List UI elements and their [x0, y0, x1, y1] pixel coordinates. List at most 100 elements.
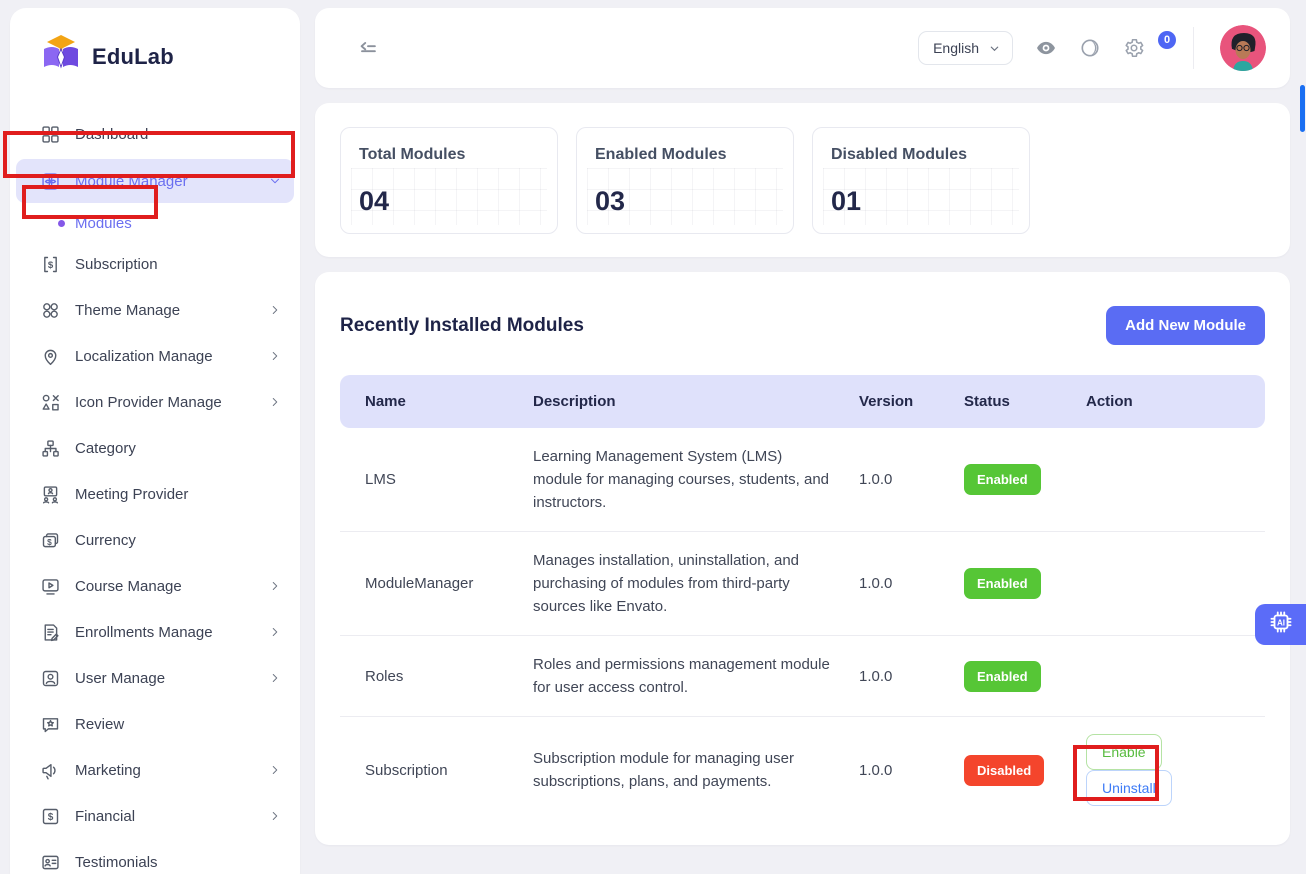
brand-name: EduLab [92, 44, 174, 70]
icon-provider-icon [40, 392, 61, 413]
stat-value: 01 [831, 186, 1011, 217]
dashboard-icon [40, 124, 61, 145]
module-version: 1.0.0 [834, 717, 939, 824]
stat-label: Enabled Modules [595, 146, 775, 164]
sidebar-item-icon-provider-manage[interactable]: Icon Provider Manage [10, 379, 300, 425]
category-icon [40, 438, 61, 459]
sidebar-item-label: Testimonials [75, 854, 282, 871]
ai-assistant-fab[interactable]: AI [1255, 604, 1306, 645]
module-description-cell: Learning Management System (LMS) module … [508, 428, 834, 532]
sidebar-item-course-manage[interactable]: Course Manage [10, 563, 300, 609]
ai-chip-icon: AI [1268, 609, 1294, 640]
sidebar-item-review[interactable]: Review [10, 701, 300, 747]
sidebar-item-label: Localization Manage [75, 348, 254, 365]
stat-card-disabled-modules: Disabled Modules 01 [812, 127, 1030, 234]
enable-button[interactable]: Enable [1086, 734, 1162, 770]
language-select[interactable]: English [918, 31, 1013, 65]
sidebar-item-currency[interactable]: $ Currency [10, 517, 300, 563]
sidebar-item-module-manager[interactable]: Module Manager [16, 159, 294, 203]
chevron-right-icon [268, 625, 282, 639]
table-row-subscription: SubscriptionSubscription module for mana… [340, 717, 1265, 824]
module-description-cell: Roles and permissions management module … [508, 636, 834, 717]
edulab-book-cap-logo-icon [40, 34, 82, 79]
sidebar-item-label: Enrollments Manage [75, 624, 254, 641]
eye-icon[interactable] [1035, 37, 1057, 59]
enrollments-icon [40, 622, 61, 643]
sidebar-nav: Dashboard Module Manager Modules $Subscript… [10, 97, 300, 874]
sidebar-item-testimonials[interactable]: Testimonials [10, 839, 300, 874]
sidebar-item-label: Meeting Provider [75, 486, 282, 503]
course-icon [40, 576, 61, 597]
sidebar-item-label: Currency [75, 532, 282, 549]
module-action-cell [1061, 532, 1265, 636]
sidebar-item-dashboard[interactable]: Dashboard [10, 111, 300, 157]
marketing-icon [40, 760, 61, 781]
module-description: Manages installation, uninstallation, an… [533, 549, 834, 618]
sidebar-item-user-manage[interactable]: User Manage [10, 655, 300, 701]
meeting-provider-icon [40, 484, 61, 505]
module-description-cell: Manages installation, uninstallation, an… [508, 532, 834, 636]
sidebar-item-label: User Manage [75, 670, 254, 687]
section-title: Recently Installed Modules [340, 315, 584, 337]
sidebar-item-label: Review [75, 716, 282, 733]
sidebar-item-label: Course Manage [75, 578, 254, 595]
stat-card-total-modules: Total Modules04 [340, 127, 558, 234]
uninstall-button[interactable]: Uninstall [1086, 770, 1172, 806]
modules-card: Recently Installed Modules Add New Modul… [315, 272, 1290, 845]
stat-label: Disabled Modules [831, 146, 1011, 164]
gear-icon[interactable] [1123, 37, 1145, 59]
module-stats-card: Total Modules04Enabled Modules03Disabled… [315, 103, 1290, 257]
brand-logo: EduLab [10, 8, 300, 97]
column-header-action: Action [1061, 375, 1265, 428]
sidebar-item-enrollments-manage[interactable]: Enrollments Manage [10, 609, 300, 655]
sidebar-item-label: Theme Manage [75, 302, 254, 319]
chevron-down-icon [268, 174, 282, 188]
svg-text:$: $ [48, 812, 54, 823]
table-body: LMSLearning Management System (LMS) modu… [340, 428, 1265, 823]
scrollbar-thumb[interactable] [1300, 85, 1305, 132]
sidebar-item-label: Marketing [75, 762, 254, 779]
sidebar-item-subscription[interactable]: $Subscription [10, 241, 300, 287]
status-badge-enabled: Enabled [964, 464, 1041, 495]
column-header-version: Version [834, 375, 939, 428]
theme-icon [40, 300, 61, 321]
svg-text:AI: AI [1276, 618, 1284, 627]
svg-text:$: $ [47, 537, 52, 547]
sidebar-item-meeting-provider[interactable]: Meeting Provider [10, 471, 300, 517]
column-header-name: Name [340, 375, 508, 428]
sidebar-subitem-modules[interactable]: Modules [10, 205, 300, 241]
sidebar-item-localization-manage[interactable]: Localization Manage [10, 333, 300, 379]
module-version: 1.0.0 [834, 428, 939, 532]
sidebar-item-marketing[interactable]: Marketing [10, 747, 300, 793]
sidebar-item-category[interactable]: Category [10, 425, 300, 471]
module-manager-icon [40, 171, 61, 192]
bullet-dot-icon [58, 220, 65, 227]
topbar: English [315, 8, 1290, 88]
table-row-lms: LMSLearning Management System (LMS) modu… [340, 428, 1265, 532]
sidebar-item-label: Dashboard [75, 126, 282, 143]
table-header-row: NameDescriptionVersionStatusAction [340, 375, 1265, 428]
module-name: LMS [340, 428, 508, 532]
sidebar-item-theme-manage[interactable]: Theme Manage [10, 287, 300, 333]
language-label: English [933, 40, 979, 56]
contrast-moon-icon[interactable] [1079, 37, 1101, 59]
module-action-cell: EnableUninstall [1061, 717, 1265, 824]
svg-text:$: $ [48, 259, 54, 270]
add-new-module-button[interactable]: Add New Module [1106, 306, 1265, 345]
module-description: Roles and permissions management module … [533, 653, 834, 699]
module-action-cell [1061, 428, 1265, 532]
currency-icon: $ [40, 530, 61, 551]
user-avatar[interactable] [1220, 25, 1266, 71]
chevron-right-icon [268, 579, 282, 593]
status-badge-enabled: Enabled [964, 661, 1041, 692]
sidebar-item-financial[interactable]: $Financial [10, 793, 300, 839]
sidebar-collapse-icon[interactable] [357, 37, 379, 59]
module-name: ModuleManager [340, 532, 508, 636]
sidebar-item-label: Module Manager [75, 173, 254, 190]
status-badge-enabled: Enabled [964, 568, 1041, 599]
localization-icon [40, 346, 61, 367]
sidebar-subitem-label: Modules [75, 215, 132, 232]
financial-icon: $ [40, 806, 61, 827]
module-action-cell [1061, 636, 1265, 717]
chevron-right-icon [268, 671, 282, 685]
